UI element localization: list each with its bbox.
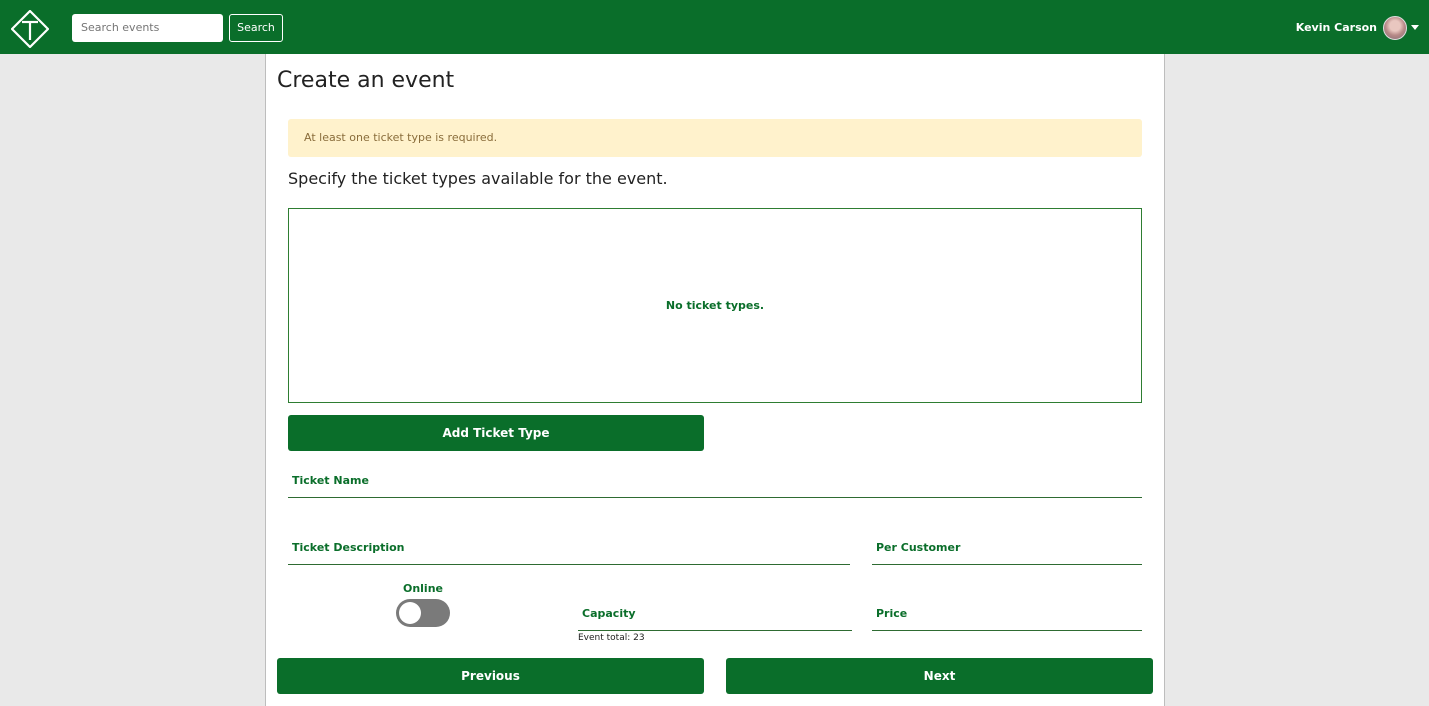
add-ticket-type-button[interactable]: Add Ticket Type [288, 415, 704, 451]
ticket-name-label: Ticket Name [292, 474, 369, 487]
event-total-text: Event total: 23 [578, 633, 645, 643]
search-button[interactable]: Search [229, 14, 283, 42]
create-event-panel: Create an event At least one ticket type… [265, 54, 1165, 706]
online-label: Online [402, 582, 443, 595]
section-subtitle: Specify the ticket types available for t… [288, 169, 668, 188]
ticket-description-label: Ticket Description [292, 541, 405, 554]
per-customer-label: Per Customer [876, 541, 961, 554]
page-title: Create an event [277, 68, 455, 93]
empty-state-message: No ticket types. [665, 299, 765, 312]
caret-down-icon[interactable] [1411, 25, 1419, 30]
capacity-field[interactable]: Capacity [578, 598, 852, 631]
next-button[interactable]: Next [726, 658, 1153, 694]
ticket-types-list: No ticket types. [288, 208, 1142, 403]
per-customer-field[interactable]: Per Customer [872, 532, 1142, 565]
ticket-name-field[interactable]: Ticket Name [288, 466, 1142, 498]
logo-icon[interactable] [11, 10, 49, 48]
toggle-knob [399, 602, 421, 624]
top-navbar: Search Kevin Carson [0, 0, 1429, 54]
user-name[interactable]: Kevin Carson [1296, 20, 1377, 36]
price-field[interactable]: Price [872, 598, 1142, 631]
warning-alert: At least one ticket type is required. [288, 119, 1142, 157]
avatar[interactable] [1383, 16, 1407, 40]
price-label: Price [876, 607, 908, 620]
search-input[interactable] [72, 14, 223, 42]
ticket-description-field[interactable]: Ticket Description [288, 532, 850, 565]
online-toggle[interactable] [396, 599, 450, 627]
capacity-label: Capacity [582, 607, 636, 620]
previous-button[interactable]: Previous [277, 658, 704, 694]
